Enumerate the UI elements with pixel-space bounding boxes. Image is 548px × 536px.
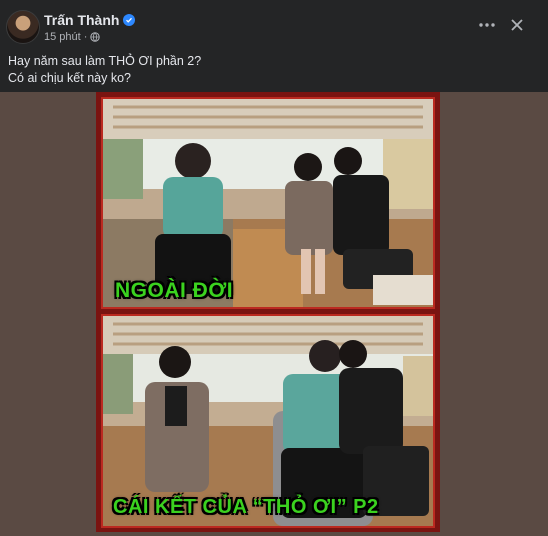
bottom-photo (103, 316, 433, 526)
more-horizontal-icon (479, 23, 495, 27)
avatar[interactable] (6, 10, 40, 44)
bottom-overlay-caption: CÁI KẾT CỦA “THỎ ƠI” P2 (113, 496, 379, 518)
meta-separator: · (83, 31, 88, 43)
verified-badge-icon (123, 14, 136, 26)
top-overlay-caption: NGOÀI ĐỜI (115, 279, 234, 302)
post-time[interactable]: 15 phút (44, 31, 81, 43)
more-options-button[interactable] (476, 14, 498, 36)
globe-icon (90, 32, 101, 42)
post-caption: Hay năm sau làm THỎ ƠI phần 2? Có ai chị… (8, 53, 201, 87)
author-name[interactable]: Trấn Thành (44, 12, 119, 28)
post-media[interactable]: NGOÀI ĐỜI CÁI KẾT CỦA “THỎ ƠI” P2 (0, 92, 548, 536)
top-photo (103, 99, 433, 307)
caption-line: Có ai chịu kết này ko? (8, 71, 131, 85)
close-icon (511, 19, 523, 31)
author-row: Trấn Thành (44, 12, 136, 28)
bottom-photo-panel: CÁI KẾT CỦA “THỎ ƠI” P2 (101, 314, 435, 528)
close-button[interactable] (506, 14, 528, 36)
meme-image[interactable]: NGOÀI ĐỜI CÁI KẾT CỦA “THỎ ƠI” P2 (96, 92, 440, 532)
top-photo-panel: NGOÀI ĐỜI (101, 97, 435, 309)
post-meta: 15 phút · (44, 31, 101, 43)
post-header: Trấn Thành 15 phút · (0, 0, 548, 46)
caption-line: Hay năm sau làm THỎ ƠI phần 2? (8, 54, 202, 68)
